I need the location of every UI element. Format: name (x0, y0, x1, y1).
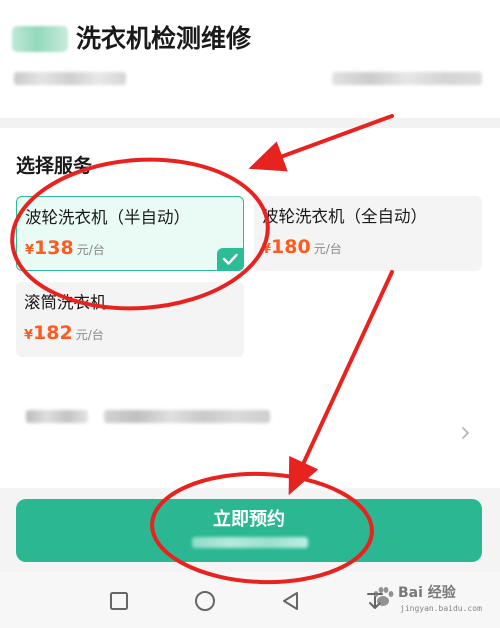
service-option-full-auto[interactable]: 波轮洗衣机（全自动） ¥180 元/台 (254, 196, 482, 271)
home-icon[interactable] (190, 586, 220, 616)
watermark-text: Bai 经验 (398, 585, 456, 601)
paw-logo-icon (373, 587, 394, 606)
service-name: 滚筒洗衣机 (24, 293, 107, 312)
service-price: ¥180 元/台 (262, 234, 342, 263)
watermark-url: jingyan.baidu.com (400, 604, 482, 613)
price-value: 182 (33, 322, 73, 344)
price-value: 138 (34, 237, 74, 259)
book-now-button[interactable]: 立即预约 (16, 499, 482, 562)
service-name: 波轮洗衣机（半自动） (25, 208, 190, 227)
back-icon[interactable] (276, 586, 306, 616)
recent-apps-icon[interactable] (104, 586, 134, 616)
service-option-semi-auto[interactable]: 波轮洗衣机（半自动） ¥138 元/台 (16, 196, 244, 271)
section-title: 选择服务 (16, 155, 93, 177)
blurred-button-subtext (192, 537, 308, 548)
price-unit: 元/台 (313, 242, 342, 256)
header-card (0, 0, 500, 118)
brand-logo-blurred (12, 26, 68, 52)
blurred-row-label (26, 410, 88, 423)
book-now-label: 立即预约 (213, 509, 285, 530)
service-price: ¥182 元/台 (24, 320, 104, 349)
currency-symbol: ¥ (24, 328, 34, 343)
baidu-jingyan-watermark: Bai 经验 jingyan.baidu.com (370, 580, 496, 624)
service-option-drum[interactable]: 滚筒洗衣机 ¥182 元/台 (16, 282, 244, 357)
currency-symbol: ¥ (25, 243, 35, 258)
service-name: 波轮洗衣机（全自动） (262, 207, 427, 226)
currency-symbol: ¥ (262, 242, 272, 257)
selected-check-icon (217, 248, 243, 270)
page-title: 洗衣机检测维修 (76, 24, 252, 53)
blurred-info-right (332, 72, 482, 85)
chevron-right-icon[interactable] (458, 420, 474, 446)
service-price: ¥138 元/台 (25, 235, 105, 264)
blurred-row-value (104, 410, 270, 423)
blurred-info-left (14, 72, 126, 85)
price-unit: 元/台 (76, 243, 105, 257)
price-unit: 元/台 (75, 328, 104, 342)
price-value: 180 (271, 236, 311, 258)
